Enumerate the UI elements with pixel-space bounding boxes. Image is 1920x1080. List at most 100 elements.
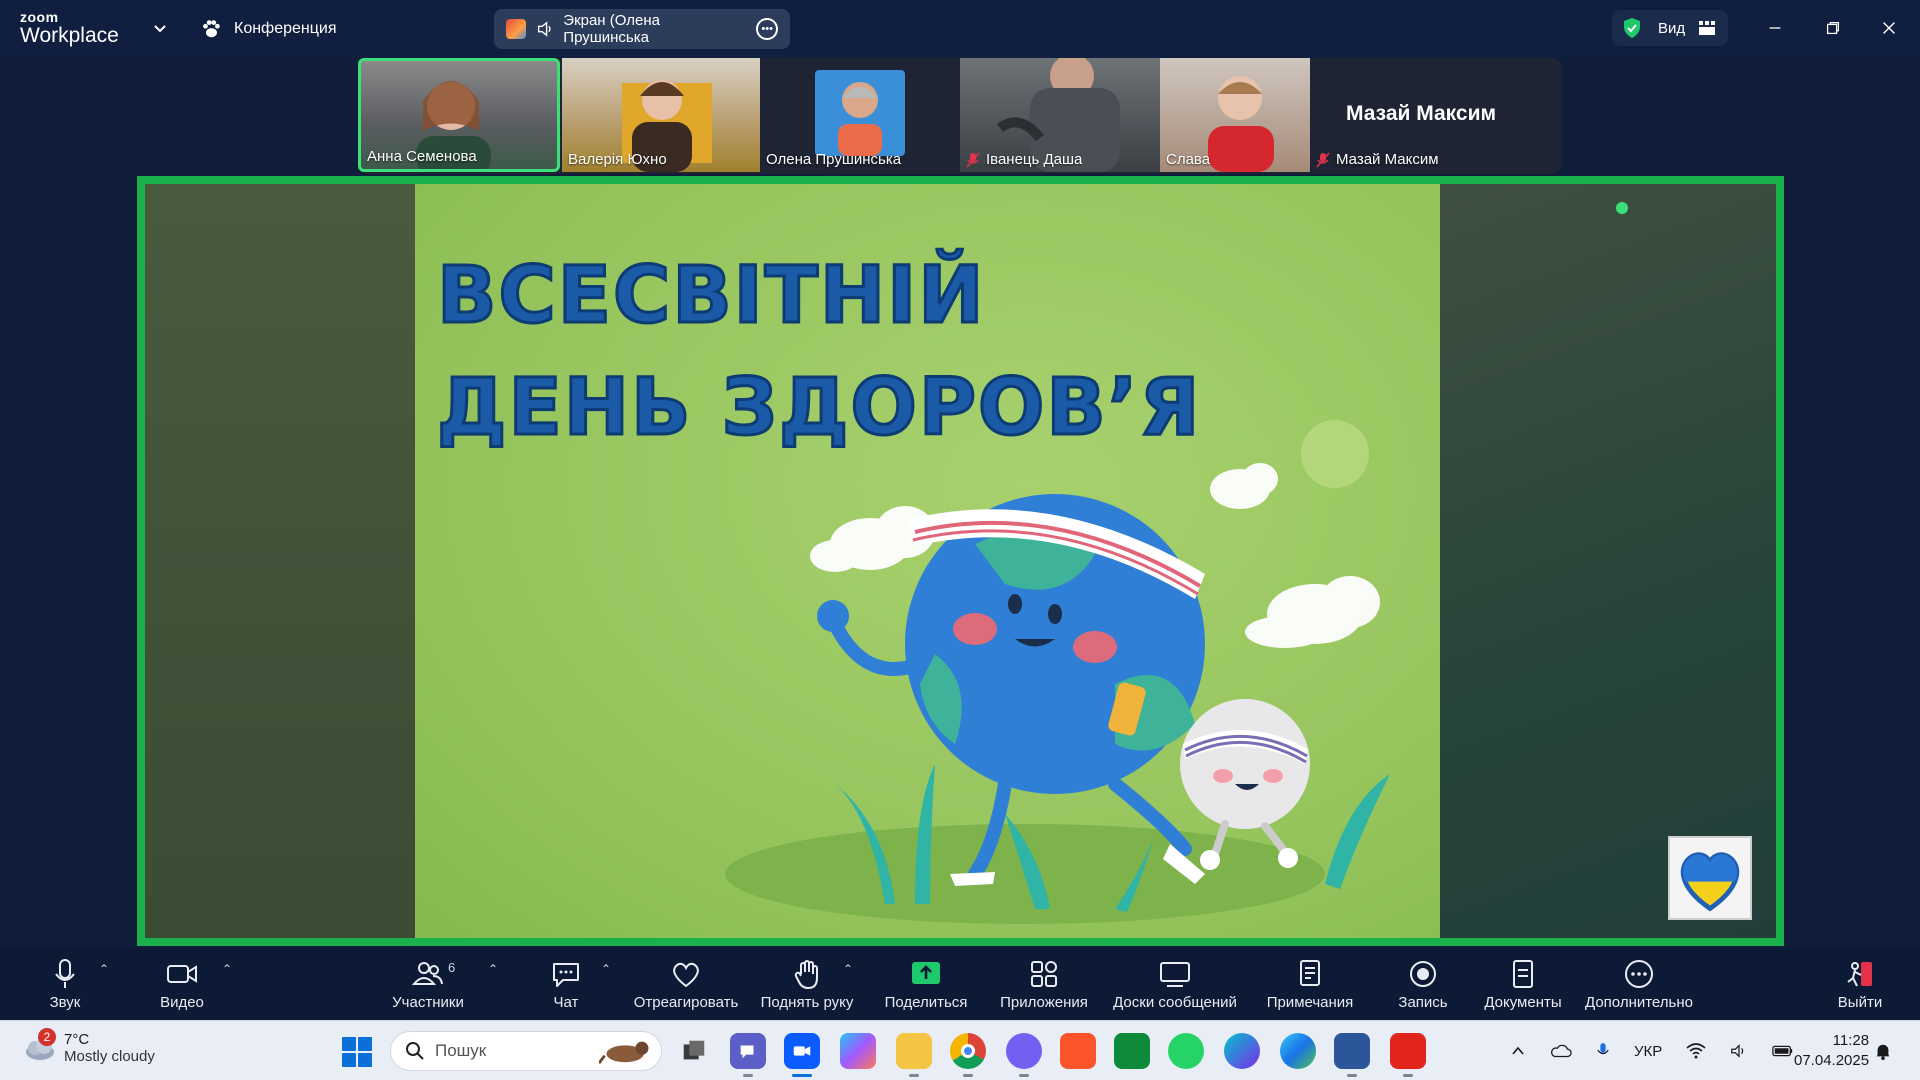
participant-name: Іванець Даша [966, 151, 1082, 168]
brave-icon[interactable] [1060, 1033, 1096, 1069]
chat-bubble-icon [553, 963, 579, 987]
share-screen-icon [912, 962, 940, 984]
search-highlight-icon [599, 1041, 649, 1064]
system-tray: УКР [1510, 1021, 1794, 1080]
microphone-tray-icon[interactable] [1596, 1041, 1610, 1061]
chat-label: Чат [553, 994, 579, 1011]
video-options-caret[interactable]: ⌃ [222, 962, 232, 976]
taskbar-search[interactable]: Пошук [390, 1031, 662, 1071]
title-bar: zoom Workplace Конференция Экран (Олена … [0, 0, 1920, 58]
apps-button[interactable]: Приложения [998, 948, 1090, 1020]
battery-icon[interactable] [1772, 1044, 1794, 1058]
notes-button[interactable]: Примечания [1264, 948, 1356, 1020]
mic-muted-icon [966, 151, 980, 168]
zoom-taskbar-icon[interactable] [784, 1033, 820, 1077]
whiteboard-icon [1160, 962, 1190, 987]
audio-button[interactable]: Звук [38, 948, 92, 1020]
apps-icon [1031, 961, 1057, 987]
record-icon [1410, 961, 1436, 987]
share-label: Экран (Олена Прушинська [563, 12, 660, 46]
cloud-icon: 2 [22, 1028, 56, 1062]
copilot-icon[interactable] [840, 1033, 876, 1069]
chrome-icon[interactable] [950, 1033, 986, 1077]
participant-tile[interactable]: Мазай Максим Мазай Максим [1310, 58, 1532, 172]
canva-icon[interactable] [1224, 1033, 1260, 1069]
close-button[interactable] [1874, 14, 1904, 42]
participant-tile[interactable]: Олена Прушинська [760, 58, 960, 172]
search-icon [406, 1042, 424, 1060]
taskbar-clock[interactable]: 11:28 07.04.2025 [1794, 1031, 1869, 1071]
leave-label: Выйти [1837, 994, 1883, 1011]
view-button[interactable]: Вид [1612, 10, 1728, 46]
whatsapp-icon[interactable] [1168, 1033, 1204, 1069]
participants-options-caret[interactable]: ⌃ [488, 962, 498, 976]
participant-tile[interactable]: Іванець Даша [960, 58, 1160, 172]
shield-check-icon [1624, 18, 1640, 38]
participant-tile[interactable]: Слава [1160, 58, 1310, 172]
record-button[interactable]: Запись [1396, 948, 1450, 1020]
participant-name: Анна Семенова [367, 148, 477, 165]
weather-condition: Mostly cloudy [64, 1048, 155, 1065]
react-button[interactable]: Отреагировать [632, 948, 740, 1020]
meeting-info[interactable]: Конференция [200, 16, 337, 42]
react-label: Отреагировать [633, 994, 739, 1011]
notes-label: Примечания [1266, 994, 1354, 1011]
docs-button[interactable]: Документы [1482, 948, 1564, 1020]
onedrive-cloud-icon[interactable] [1550, 1043, 1572, 1059]
share-button[interactable]: Поделиться [884, 948, 968, 1020]
leave-button[interactable]: Выйти [1836, 948, 1884, 1020]
slide-right-margin [1440, 184, 1776, 938]
paw-icon [203, 20, 220, 38]
grid-view-icon [1699, 21, 1716, 35]
video-label: Видео [160, 994, 204, 1011]
video-button[interactable]: Видео [154, 948, 210, 1020]
windows-start-icon[interactable] [342, 1037, 372, 1067]
wifi-icon[interactable] [1686, 1043, 1706, 1059]
chat-options-caret[interactable]: ⌃ [601, 962, 611, 976]
robinhood-icon[interactable] [1114, 1033, 1150, 1069]
more-options-icon[interactable]: ••• [756, 18, 778, 40]
participant-tile[interactable]: Валерія Юхно [562, 58, 760, 172]
status-indicator [1616, 202, 1628, 214]
weather-widget[interactable]: 2 7°C Mostly cloudy [22, 1028, 155, 1065]
chat-button[interactable]: Чат [548, 948, 584, 1020]
chevron-down-icon[interactable] [150, 18, 170, 38]
record-label: Запись [1398, 994, 1448, 1011]
restore-button[interactable] [1818, 14, 1848, 42]
task-view-icon[interactable] [676, 1033, 712, 1069]
mic-muted-icon [1316, 151, 1330, 168]
globe-illustration [725, 420, 1390, 924]
teams-icon[interactable] [730, 1033, 766, 1077]
docs-label: Документы [1484, 994, 1562, 1011]
notification-bell-icon[interactable] [1874, 1042, 1892, 1060]
whiteboards-label: Доски сообщений [1113, 994, 1237, 1011]
volume-icon[interactable] [1730, 1043, 1748, 1059]
participants-button[interactable]: Участники [386, 948, 470, 1020]
slide-left-margin [145, 184, 415, 938]
logo-zoom-text: zoom [20, 9, 59, 25]
raise-hand-options-caret[interactable]: ⌃ [843, 962, 853, 976]
share-label: Поделиться [884, 994, 968, 1011]
participant-name: Слава [1166, 151, 1211, 168]
edge-icon[interactable] [1280, 1033, 1316, 1069]
presenter-app-icon [506, 19, 526, 39]
raise-hand-button[interactable]: Поднять руку [758, 948, 856, 1020]
chevron-up-icon[interactable] [1510, 1043, 1526, 1059]
file-explorer-icon[interactable] [896, 1033, 932, 1077]
people-icon [411, 962, 443, 985]
speaker-icon [537, 21, 551, 37]
participant-name: Валерія Юхно [568, 151, 667, 168]
minimize-button[interactable] [1760, 14, 1790, 42]
word-doc-icon[interactable] [1334, 1033, 1370, 1077]
clock-date: 07.04.2025 [1794, 1052, 1870, 1069]
whiteboards-button[interactable]: Доски сообщений [1110, 948, 1240, 1020]
raise-hand-label: Поднять руку [760, 994, 854, 1011]
more-button[interactable]: Дополнительно [1582, 948, 1696, 1020]
participant-tile[interactable]: Анна Семенова [358, 58, 560, 172]
language-indicator[interactable]: УКР [1634, 1043, 1662, 1060]
wps-office-icon[interactable] [1390, 1033, 1426, 1077]
screen-share-pill[interactable]: Экран (Олена Прушинська ••• [494, 9, 790, 49]
viber-icon[interactable] [1006, 1033, 1042, 1077]
temperature: 7°C [64, 1031, 90, 1048]
audio-options-caret[interactable]: ⌃ [99, 962, 109, 976]
